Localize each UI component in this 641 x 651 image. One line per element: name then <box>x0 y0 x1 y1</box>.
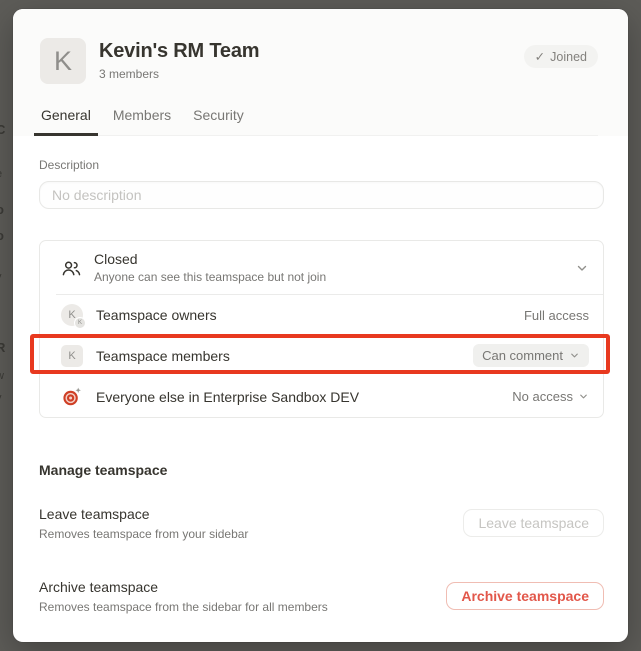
chevron-down-icon <box>569 350 580 361</box>
leave-teamspace-button[interactable]: Leave teamspace <box>463 509 604 537</box>
access-level-subtitle: Anyone can see this teamspace but not jo… <box>94 269 326 285</box>
chevron-down-icon <box>575 261 589 275</box>
description-input[interactable] <box>39 181 604 209</box>
members-access-dropdown[interactable]: Can comment <box>473 344 589 367</box>
permission-row-label: Teamspace owners <box>96 307 217 323</box>
permission-row-members: K Teamspace members Can comment <box>40 335 603 376</box>
background-text-fragment: v <box>0 271 12 283</box>
everyone-access-dropdown[interactable]: No access <box>512 385 589 408</box>
permission-row-label: Everyone else in Enterprise Sandbox DEV <box>96 389 359 405</box>
member-count: 3 members <box>99 67 259 81</box>
workspace-icon <box>61 386 83 408</box>
archive-teamspace-row: Archive teamspace Removes teamspace from… <box>39 578 604 613</box>
permission-row-owners: K K Teamspace owners Full access <box>40 295 603 335</box>
members-access-value: Can comment <box>482 348 563 363</box>
background-text-fragment: R <box>0 340 12 355</box>
owners-avatar-stack: K K <box>61 304 83 326</box>
permission-row-everyone: Everyone else in Enterprise Sandbox DEV … <box>40 376 603 417</box>
tab-members[interactable]: Members <box>106 107 178 136</box>
teamspace-avatar[interactable]: K <box>40 38 86 84</box>
leave-teamspace-title: Leave teamspace <box>39 505 248 523</box>
permissions-card: Closed Anyone can see this teamspace but… <box>39 240 604 418</box>
manage-teamspace-heading: Manage teamspace <box>39 462 604 478</box>
background-text-fragment: e <box>0 168 12 180</box>
background-text-fragment: C <box>0 122 12 137</box>
archive-teamspace-title: Archive teamspace <box>39 578 328 596</box>
teamspace-title: Kevin's RM Team <box>99 40 259 63</box>
tab-security[interactable]: Security <box>186 107 251 136</box>
check-icon: ✓ <box>535 49 545 64</box>
background-text-fragment: v <box>0 392 12 404</box>
archive-teamspace-button[interactable]: Archive teamspace <box>446 582 604 610</box>
leave-teamspace-row: Leave teamspace Removes teamspace from y… <box>39 505 604 540</box>
background-text-fragment: t <box>0 288 12 303</box>
background-text-fragment: w <box>0 370 12 382</box>
everyone-access-value: No access <box>512 389 573 404</box>
joined-badge[interactable]: ✓ Joined <box>524 45 598 68</box>
access-level-title: Closed <box>94 250 326 268</box>
teamspace-settings-modal: K Kevin's RM Team 3 members ✓ Joined Gen… <box>13 9 628 642</box>
owners-access-level: Full access <box>524 308 589 323</box>
people-icon <box>61 258 81 278</box>
archive-teamspace-subtitle: Removes teamspace from the sidebar for a… <box>39 601 328 613</box>
background-text-fragment: o <box>0 202 12 217</box>
joined-badge-label: Joined <box>550 50 587 64</box>
members-avatar: K <box>61 345 83 367</box>
access-level-selector[interactable]: Closed Anyone can see this teamspace but… <box>40 241 603 294</box>
chevron-down-icon <box>578 391 589 402</box>
background-text-fragment: o <box>0 228 12 243</box>
modal-header: K Kevin's RM Team 3 members ✓ Joined Gen… <box>13 9 628 136</box>
general-tab-panel: Description Closed Anyone can see this t… <box>13 136 628 613</box>
description-label: Description <box>39 158 604 172</box>
permission-row-label: Teamspace members <box>96 348 230 364</box>
leave-teamspace-subtitle: Removes teamspace from your sidebar <box>39 528 248 540</box>
settings-tabs: General Members Security <box>34 107 598 136</box>
tab-general[interactable]: General <box>34 107 98 136</box>
